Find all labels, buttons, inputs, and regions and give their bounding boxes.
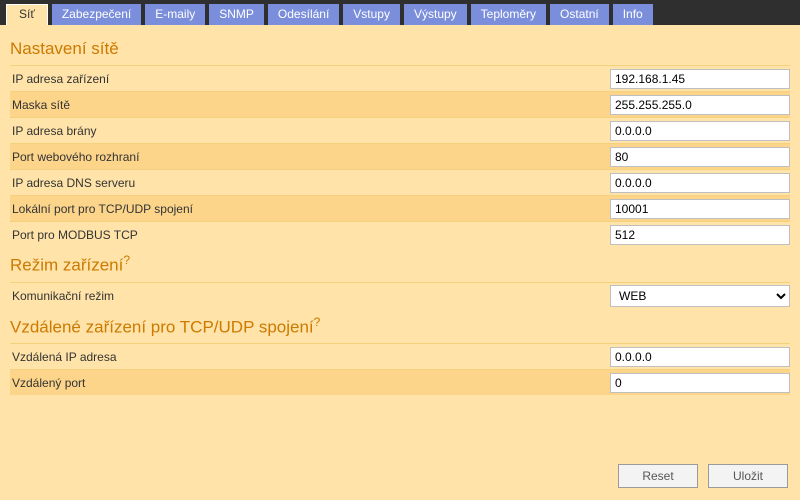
tab-teplomery[interactable]: Teploměry [471,4,546,25]
tab-bar: Síť Zabezpečení E-maily SNMP Odesílání V… [0,0,800,25]
row-rport: Vzdálený port [10,369,790,395]
input-modbus[interactable] [610,225,790,245]
input-dns[interactable] [610,173,790,193]
row-localport: Lokální port pro TCP/UDP spojení [10,195,790,221]
section-title-mode-text: Režim zařízení [10,256,123,275]
help-icon[interactable]: ? [314,315,321,329]
label-rport: Vzdálený port [10,376,610,390]
section-title-net: Nastavení sítě [10,33,790,65]
label-gateway: IP adresa brány [10,124,610,138]
tab-info[interactable]: Info [613,4,653,25]
section-title-remote: Vzdálené zařízení pro TCP/UDP spojení? [10,309,790,344]
row-dns: IP adresa DNS serveru [10,169,790,195]
section-title-remote-text: Vzdálené zařízení pro TCP/UDP spojení [10,317,314,336]
tab-zabezpeceni[interactable]: Zabezpečení [52,4,141,25]
label-modbus: Port pro MODBUS TCP [10,228,610,242]
row-modbus: Port pro MODBUS TCP [10,221,790,247]
input-webport[interactable] [610,147,790,167]
tab-vstupy[interactable]: Vstupy [343,4,400,25]
row-rip: Vzdálená IP adresa [10,343,790,369]
input-mask[interactable] [610,95,790,115]
tab-vystupy[interactable]: Výstupy [404,4,467,25]
reset-button[interactable]: Reset [618,464,698,488]
tab-odesilani[interactable]: Odesílání [268,4,339,25]
save-button[interactable]: Uložit [708,464,788,488]
input-ip[interactable] [610,69,790,89]
row-webport: Port webového rozhraní [10,143,790,169]
help-icon[interactable]: ? [123,253,130,267]
footer-buttons: Reset Uložit [618,464,788,488]
label-commmode: Komunikační režim [10,289,610,303]
label-dns: IP adresa DNS serveru [10,176,610,190]
tab-emaily[interactable]: E-maily [145,4,205,25]
input-localport[interactable] [610,199,790,219]
label-webport: Port webového rozhraní [10,150,610,164]
tab-ostatni[interactable]: Ostatní [550,4,609,25]
page-content: Nastavení sítě IP adresa zařízení Maska … [0,25,800,500]
tab-snmp[interactable]: SNMP [209,4,264,25]
section-title-mode: Režim zařízení? [10,247,790,282]
label-mask: Maska sítě [10,98,610,112]
input-rport[interactable] [610,373,790,393]
input-gateway[interactable] [610,121,790,141]
tab-sit[interactable]: Síť [6,4,48,25]
input-rip[interactable] [610,347,790,367]
select-commmode[interactable]: WEB [610,285,790,307]
row-ip: IP adresa zařízení [10,65,790,91]
row-commmode: Komunikační režim WEB [10,282,790,309]
row-mask: Maska sítě [10,91,790,117]
label-ip: IP adresa zařízení [10,72,610,86]
row-gateway: IP adresa brány [10,117,790,143]
label-localport: Lokální port pro TCP/UDP spojení [10,202,610,216]
label-rip: Vzdálená IP adresa [10,350,610,364]
